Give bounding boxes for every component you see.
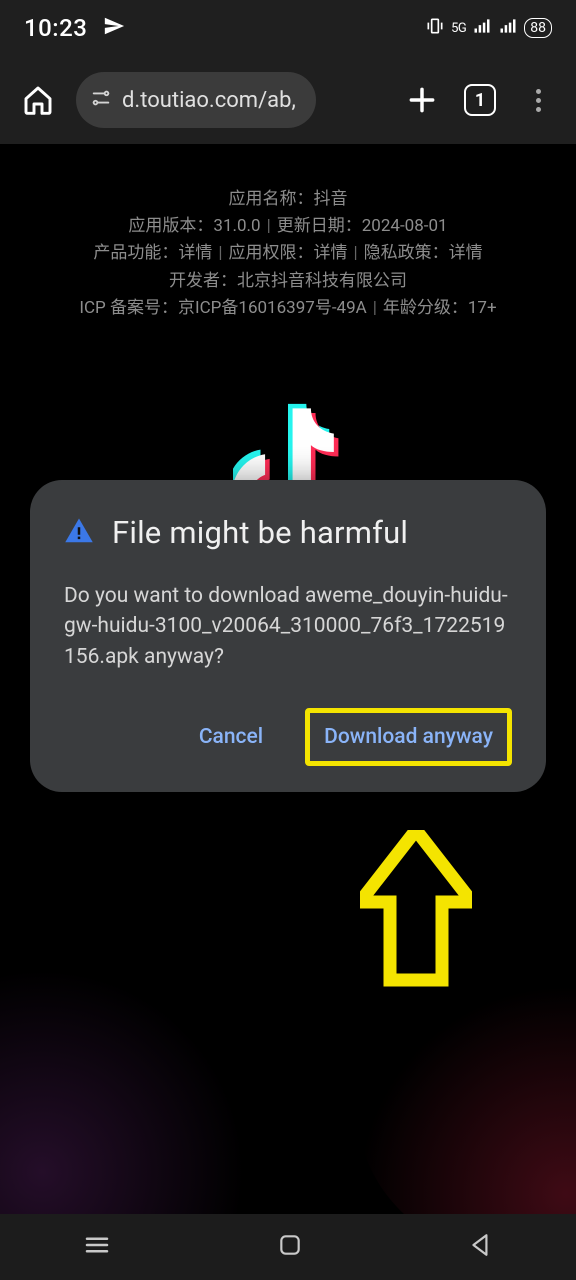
download-anyway-highlight: Download anyway [305,708,512,766]
overflow-menu-button[interactable] [518,80,558,120]
clock: 10:23 [24,14,87,42]
download-anyway-button[interactable]: Download anyway [310,713,507,761]
meta-privacy: 隐私政策：详情 [364,243,483,263]
annotation-arrow-icon [360,830,472,1000]
network-5g-label: 5G [451,21,466,36]
meta-developer: 开发者：北京抖音科技有限公司 [169,271,407,291]
more-vert-icon [536,89,541,112]
battery-indicator: 88 [524,18,552,38]
recents-button[interactable] [82,1230,112,1264]
cancel-button[interactable]: Cancel [185,713,277,761]
signal-icon-2 [498,16,518,40]
meta-features: 产品功能：详情 [93,243,212,263]
home-button[interactable] [18,80,58,120]
address-bar[interactable]: d.toutiao.com/ab, [76,72,316,128]
meta-app-name: 应用名称：抖音 [229,189,348,209]
signal-icon [472,16,492,40]
app-metadata: 应用名称：抖音 应用版本：31.0.0|更新日期：2024-08-01 产品功能… [0,144,576,322]
meta-version: 应用版本：31.0.0 [128,216,260,236]
status-bar: 10:23 5G 88 [0,0,576,56]
new-tab-button[interactable] [402,80,442,120]
dialog-title: File might be harmful [112,514,408,551]
home-button-nav[interactable] [277,1232,303,1262]
browser-toolbar: d.toutiao.com/ab, 1 [0,56,576,144]
system-nav-bar [0,1214,576,1280]
dialog-body-suffix: anyway? [139,645,224,669]
download-warning-dialog: File might be harmful Do you want to dow… [30,480,546,792]
back-button[interactable] [468,1232,494,1262]
status-right: 5G 88 [425,16,552,40]
telegram-icon [103,15,125,41]
meta-permissions: 应用权限：详情 [229,243,348,263]
site-settings-icon [90,87,112,113]
dialog-body-prefix: Do you want to download [64,584,305,608]
meta-icp: ICP 备案号：京ICP备16016397号-49A [79,298,366,318]
warning-icon [64,516,94,550]
tab-switcher-button[interactable]: 1 [460,80,500,120]
meta-update-date: 更新日期：2024-08-01 [277,216,448,236]
dialog-actions: Cancel Download anyway [64,708,512,766]
meta-age-rating: 年龄分级：17+ [383,298,497,318]
status-left: 10:23 [24,14,125,42]
tab-count: 1 [464,84,496,116]
dialog-body: Do you want to download aweme_douyin-hui… [64,581,512,672]
url-text: d.toutiao.com/ab, [122,88,296,113]
vibrate-icon [425,16,445,40]
